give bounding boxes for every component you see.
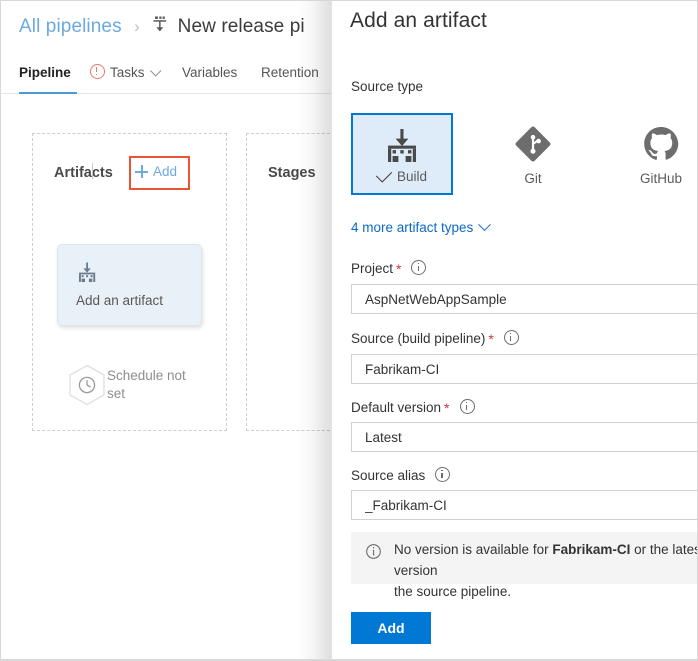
artifacts-heading: Artifacts <box>54 165 113 181</box>
git-icon <box>482 125 584 163</box>
source-type-label: Source type <box>351 79 423 94</box>
screenshot-root: All pipelines › New release pi Pipeline … <box>0 0 698 661</box>
flyout-title: Add an artifact <box>350 9 487 33</box>
source-type-github-name: GitHub <box>610 171 698 186</box>
build-artifact-icon <box>353 127 451 165</box>
project-input[interactable] <box>351 284 698 314</box>
breadcrumb-current: New release pi <box>178 16 305 37</box>
check-icon <box>376 166 392 182</box>
no-version-message: No version is available for Fabrikam-CI … <box>351 532 698 584</box>
source-alias-label: Source alias <box>351 467 450 483</box>
message-pipeline-name: Fabrikam-CI <box>552 542 630 557</box>
github-icon <box>610 125 698 163</box>
source-type-build[interactable]: Build <box>351 113 453 195</box>
project-label-text: Project <box>351 261 393 276</box>
default-version-label: Default version* <box>351 399 475 416</box>
warning-icon <box>90 64 105 79</box>
more-artifact-types-link[interactable]: 4 more artifact types <box>351 220 489 235</box>
message-line-2: the source pipeline. <box>394 584 511 599</box>
flyout-shadow <box>297 1 331 660</box>
source-build-pipeline-label-text: Source (build pipeline) <box>351 331 485 346</box>
add-artifact-flyout: Add an artifact Source type Build <box>331 1 698 660</box>
add-an-artifact-card-label: Add an artifact <box>76 293 163 308</box>
info-icon[interactable] <box>435 467 450 482</box>
default-version-input[interactable] <box>351 422 698 452</box>
chevron-down-icon <box>478 218 491 231</box>
source-type-github[interactable]: GitHub <box>610 113 698 195</box>
schedule-trigger-label: Schedule not set <box>107 367 195 403</box>
breadcrumb: All pipelines › New release pi <box>19 16 305 38</box>
add-artifact-link-label: Add <box>153 164 177 179</box>
default-version-label-text: Default version <box>351 400 441 415</box>
breadcrumb-all-pipelines[interactable]: All pipelines <box>19 16 122 37</box>
tab-tasks[interactable]: Tasks <box>90 58 159 92</box>
add-button[interactable]: Add <box>351 612 431 644</box>
tab-variables[interactable]: Variables <box>182 58 237 92</box>
clock-icon <box>65 363 109 412</box>
source-build-pipeline-input[interactable] <box>351 354 698 384</box>
info-icon[interactable] <box>411 260 426 275</box>
more-artifact-types-label: 4 more artifact types <box>351 220 473 235</box>
required-asterisk: * <box>488 331 493 347</box>
release-pipeline-icon <box>152 16 168 34</box>
tab-variables-label: Variables <box>182 65 237 80</box>
source-type-build-name: Build <box>353 169 451 184</box>
tab-pipeline[interactable]: Pipeline <box>19 58 77 94</box>
header-divider <box>92 163 93 179</box>
source-alias-input[interactable] <box>351 490 698 520</box>
info-icon[interactable] <box>504 330 519 345</box>
plus-icon <box>135 165 148 178</box>
add-artifact-link[interactable]: Add <box>135 164 177 179</box>
source-type-git-name: Git <box>482 171 584 186</box>
message-prefix: No version is available for <box>394 542 552 557</box>
window-bottom-border <box>1 659 698 660</box>
info-icon <box>366 544 381 564</box>
info-icon[interactable] <box>460 399 475 414</box>
tab-pipeline-label: Pipeline <box>19 65 71 80</box>
project-label: Project* <box>351 260 426 277</box>
source-type-git[interactable]: Git <box>482 113 584 195</box>
required-asterisk: * <box>444 400 449 416</box>
source-build-pipeline-label: Source (build pipeline)* <box>351 330 519 347</box>
chevron-down-icon <box>150 65 161 76</box>
breadcrumb-separator: › <box>134 17 140 36</box>
source-alias-label-text: Source alias <box>351 468 425 483</box>
build-artifact-icon <box>76 262 98 289</box>
tab-tasks-label: Tasks <box>110 65 145 80</box>
required-asterisk: * <box>396 261 401 277</box>
no-version-message-text: No version is available for Fabrikam-CI … <box>394 539 698 602</box>
add-an-artifact-card[interactable]: Add an artifact <box>57 244 202 326</box>
